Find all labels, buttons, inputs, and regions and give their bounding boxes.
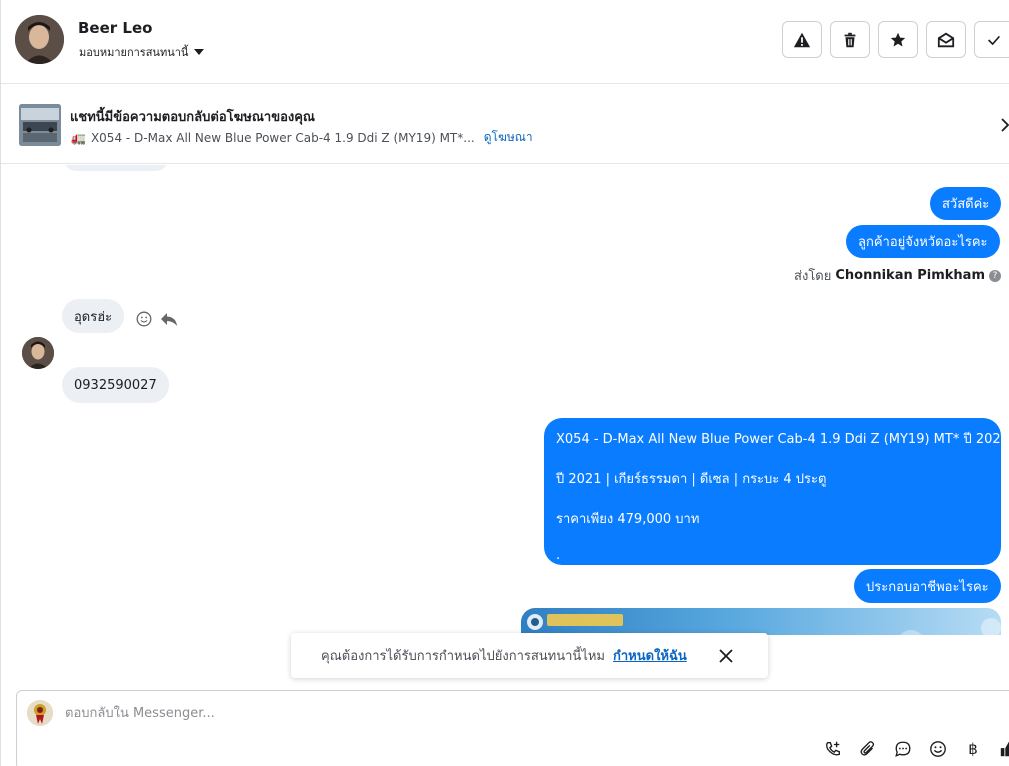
spam-icon	[793, 32, 811, 47]
reply-composer: ฿	[16, 690, 1009, 766]
outgoing-message[interactable]: ลูกค้าอยู่จังหวัดอะไรคะ	[846, 225, 1000, 258]
message-line: ราคาเพียง 479,000 บาท	[556, 512, 700, 527]
add-call-icon	[826, 741, 840, 756]
reply-icon[interactable]	[160, 311, 178, 327]
attachment-icon	[860, 741, 875, 756]
reply-input[interactable]	[65, 701, 765, 725]
emoji-icon	[930, 741, 946, 757]
trash-icon	[844, 32, 856, 47]
ad-name: X054 - D-Max All New Blue Power Cab-4 1.…	[90, 130, 475, 145]
header-actions	[782, 21, 1009, 58]
delete-button[interactable]	[830, 21, 870, 58]
conversation-header: Beer Leo มอบหมายการสนทนานี้	[1, 0, 1009, 84]
assign-to-me-link[interactable]: กำหนดให้ฉัน	[613, 645, 687, 666]
message-actions	[136, 311, 178, 327]
contact-avatar[interactable]	[15, 15, 64, 64]
composer-tools: ฿	[823, 739, 1009, 759]
close-icon[interactable]	[717, 647, 735, 665]
chevron-right-icon	[1001, 118, 1009, 132]
ad-reply-banner[interactable]: แชทนี้มีข้อความตอบกลับต่อโฆษณาของคุณ 🚛 X…	[1, 85, 1009, 164]
message-list[interactable]: สวัสดีค่ะ ลูกค้าอยู่จังหวัดอะไรคะ ส่งโดย…	[1, 165, 1009, 635]
message-line: X054 - D-Max All New Blue Power Cab-4 1.…	[556, 432, 1009, 447]
truck-icon: 🚛	[71, 130, 86, 145]
payment-button[interactable]: ฿	[963, 739, 983, 759]
ad-banner-subtitle: 🚛 X054 - D-Max All New Blue Power Cab-4 …	[71, 128, 533, 147]
outgoing-message[interactable]: สวัสดีค่ะ	[930, 187, 1002, 220]
caret-down-icon	[194, 49, 205, 55]
message-line: .	[556, 548, 561, 563]
assign-dropdown[interactable]: มอบหมายการสนทนานี้	[79, 43, 205, 61]
ad-banner-title: แชทนี้มีข้อความตอบกลับต่อโฆษณาของคุณ	[70, 110, 315, 125]
like-icon	[1000, 741, 1009, 757]
saved-reply-button[interactable]	[893, 739, 913, 759]
conversation-panel: Beer Leo มอบหมายการสนทนานี้ แชทนี้มีข้อค…	[0, 0, 1009, 766]
emoji-button[interactable]	[928, 739, 948, 759]
mark-spam-button[interactable]	[782, 21, 822, 58]
star-icon	[890, 32, 906, 46]
contact-avatar-small[interactable]	[22, 337, 54, 369]
help-icon[interactable]: ?	[989, 269, 1001, 282]
assign-notice-text: คุณต้องการได้รับการกำหนดไปยังการสนทนานี้…	[321, 649, 605, 664]
mark-unread-button[interactable]	[926, 21, 966, 58]
view-ad-link[interactable]: ดูโฆษณา	[484, 128, 533, 147]
sent-by-name: Chonnikan Pimkham	[835, 268, 985, 283]
sent-by-info: ส่งโดย Chonnikan Pimkham ?	[794, 265, 1001, 286]
saved-reply-icon	[895, 741, 911, 757]
like-button[interactable]	[998, 739, 1009, 759]
page-avatar	[27, 700, 53, 726]
outgoing-message-ad-details[interactable]: X054 - D-Max All New Blue Power Cab-4 1.…	[544, 418, 1009, 565]
message-bubble-clipped	[64, 165, 168, 171]
outgoing-message[interactable]: ประกอบอาชีพอะไรคะ	[854, 569, 1001, 603]
baht-icon: ฿	[968, 740, 978, 758]
add-call-button[interactable]	[823, 739, 843, 759]
mark-unread-icon	[937, 32, 955, 47]
check-icon	[988, 35, 1001, 45]
sent-by-prefix: ส่งโดย	[794, 269, 832, 284]
attachment-button[interactable]	[858, 739, 878, 759]
incoming-message[interactable]: อุดรฮ่ะ	[62, 299, 125, 333]
star-button[interactable]	[878, 21, 918, 58]
mark-done-button[interactable]	[974, 21, 1009, 58]
contact-name[interactable]: Beer Leo	[78, 19, 152, 37]
ad-thumbnail	[19, 104, 61, 146]
image-message[interactable]	[521, 608, 1001, 635]
react-emoji-icon[interactable]	[136, 311, 152, 327]
message-line: ปี 2021 | เกียร์ธรรมดา | ดีเซล | กระบะ 4…	[556, 472, 827, 487]
assign-label: มอบหมายการสนทนานี้	[79, 46, 189, 59]
assign-notice: คุณต้องการได้รับการกำหนดไปยังการสนทนานี้…	[291, 633, 768, 678]
incoming-message[interactable]: 0932590027	[62, 367, 169, 403]
